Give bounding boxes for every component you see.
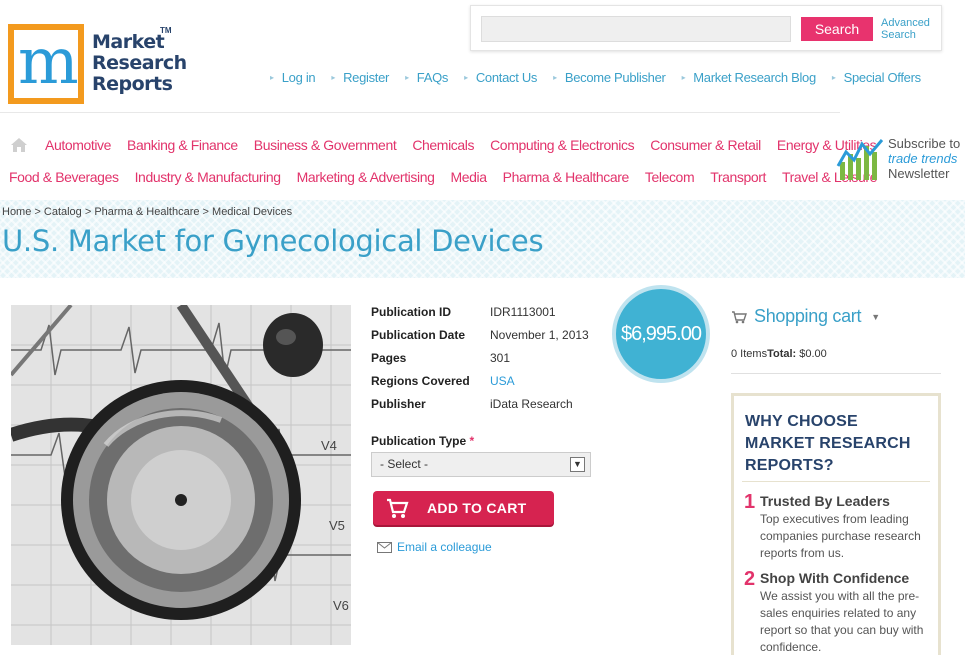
logo-wordmark: Market Research Reports bbox=[92, 31, 187, 95]
region-link[interactable]: USA bbox=[490, 374, 515, 388]
title-band: Home > Catalog > Pharma & Healthcare > M… bbox=[0, 200, 965, 278]
register-link[interactable]: ▸ Register bbox=[331, 70, 389, 85]
price-badge: $6,995.00 bbox=[612, 285, 710, 383]
svg-text:V4: V4 bbox=[321, 438, 337, 453]
arrow-bullet-icon: ▸ bbox=[553, 73, 557, 82]
svg-text:V5: V5 bbox=[329, 518, 345, 533]
newsletter-text: Subscribe to trade trends Newsletter bbox=[888, 136, 961, 181]
cart-icon bbox=[732, 310, 747, 323]
add-to-cart-button[interactable]: ADD TO CART bbox=[373, 491, 554, 525]
envelope-icon bbox=[377, 541, 392, 553]
detail-publisher: Publisher iData Research bbox=[371, 397, 573, 411]
cart-summary: 0 ItemsTotal: $0.00 bbox=[731, 348, 827, 360]
home-icon[interactable] bbox=[10, 137, 28, 153]
publication-type-select[interactable]: - Select - ▼ bbox=[371, 452, 591, 477]
arrow-bullet-icon: ▸ bbox=[831, 73, 836, 82]
detail-regions: Regions Covered USA bbox=[371, 374, 515, 388]
search-panel: Search Advanced Search bbox=[470, 5, 942, 51]
blog-link[interactable]: ▸ Market Research Blog bbox=[681, 70, 817, 85]
why-point-number: 2 bbox=[744, 568, 756, 590]
arrow-bullet-icon: ▸ bbox=[405, 73, 409, 82]
why-point-heading: Trusted By Leaders bbox=[760, 493, 890, 509]
advanced-search-link[interactable]: Advanced Search bbox=[881, 17, 930, 41]
shopping-cart-toggle[interactable]: Shopping cart ▼ bbox=[731, 306, 880, 327]
category-automotive[interactable]: Automotive bbox=[45, 137, 111, 153]
newsletter-subscribe[interactable]: Subscribe to trade trends Newsletter bbox=[836, 136, 965, 182]
category-food-beverages[interactable]: Food & Beverages bbox=[9, 169, 119, 185]
login-link[interactable]: ▸ Log in bbox=[270, 70, 316, 85]
arrow-bullet-icon: ▸ bbox=[464, 73, 468, 82]
newsletter-chart-icon bbox=[836, 139, 884, 180]
logo-trademark: TM bbox=[160, 26, 172, 35]
category-media[interactable]: Media bbox=[450, 169, 487, 185]
search-input[interactable] bbox=[481, 16, 791, 42]
cart-divider bbox=[731, 373, 941, 374]
category-pharma-healthcare[interactable]: Pharma & Healthcare bbox=[503, 169, 630, 185]
detail-publication-id: Publication ID IDR1113001 bbox=[371, 305, 556, 319]
chevron-down-icon: ▼ bbox=[570, 457, 585, 472]
category-chemicals[interactable]: Chemicals bbox=[412, 137, 474, 153]
why-point-number: 1 bbox=[744, 491, 756, 513]
detail-publication-date: Publication Date November 1, 2013 bbox=[371, 328, 589, 342]
why-point-heading: Shop With Confidence bbox=[760, 570, 910, 586]
why-divider bbox=[742, 481, 930, 482]
category-marketing-advertising[interactable]: Marketing & Advertising bbox=[297, 169, 435, 185]
become-publisher-link[interactable]: ▸ Become Publisher bbox=[553, 70, 666, 85]
cart-icon bbox=[387, 498, 409, 518]
product-image: V4 V5 V6 bbox=[11, 305, 351, 645]
why-choose-panel: WHY CHOOSE MARKET RESEARCH REPORTS? 1 Tr… bbox=[731, 393, 941, 655]
contact-link[interactable]: ▸ Contact Us bbox=[464, 70, 537, 85]
arrow-bullet-icon: ▸ bbox=[681, 73, 686, 82]
header-divider bbox=[0, 112, 840, 113]
top-links: ▸ Log in ▸ Register ▸ FAQs ▸ Contact Us ▸ Bec… bbox=[270, 70, 937, 85]
publication-type-label: Publication Type * bbox=[371, 434, 475, 448]
page-title: U.S. Market for Gynecological Devices bbox=[2, 224, 544, 258]
why-title: WHY CHOOSE MARKET RESEARCH REPORTS? bbox=[745, 413, 911, 474]
detail-pages: Pages 301 bbox=[371, 351, 511, 365]
why-point-text: Top executives from leading companies pu… bbox=[760, 512, 921, 560]
chevron-down-icon: ▼ bbox=[871, 311, 880, 322]
category-computing-electronics[interactable]: Computing & Electronics bbox=[490, 137, 634, 153]
faqs-link[interactable]: ▸ FAQs bbox=[405, 70, 448, 85]
search-button[interactable]: Search bbox=[801, 17, 873, 41]
email-colleague-link[interactable]: Email a colleague bbox=[377, 540, 492, 554]
category-transport[interactable]: Transport bbox=[710, 169, 766, 185]
breadcrumb[interactable]: Home > Catalog > Pharma & Healthcare > M… bbox=[2, 206, 292, 218]
category-telecom[interactable]: Telecom bbox=[645, 169, 695, 185]
category-industry-manufacturing[interactable]: Industry & Manufacturing bbox=[135, 169, 281, 185]
category-row-1: Automotive Banking & Finance Business & … bbox=[45, 137, 892, 153]
arrow-bullet-icon: ▸ bbox=[331, 73, 336, 82]
category-banking-finance[interactable]: Banking & Finance bbox=[127, 137, 238, 153]
category-row-2: Food & Beverages Industry & Manufacturin… bbox=[9, 169, 893, 185]
logo-mark: m bbox=[8, 24, 84, 104]
svg-text:V6: V6 bbox=[333, 598, 349, 613]
site-logo[interactable]: m Market Research Reports TM bbox=[8, 24, 187, 104]
category-consumer-retail[interactable]: Consumer & Retail bbox=[650, 137, 761, 153]
why-point-text: We assist you with all the pre- sales en… bbox=[760, 589, 924, 654]
category-business-government[interactable]: Business & Government bbox=[254, 137, 397, 153]
special-offers-link[interactable]: ▸ Special Offers bbox=[832, 70, 921, 85]
arrow-bullet-icon: ▸ bbox=[270, 73, 274, 82]
